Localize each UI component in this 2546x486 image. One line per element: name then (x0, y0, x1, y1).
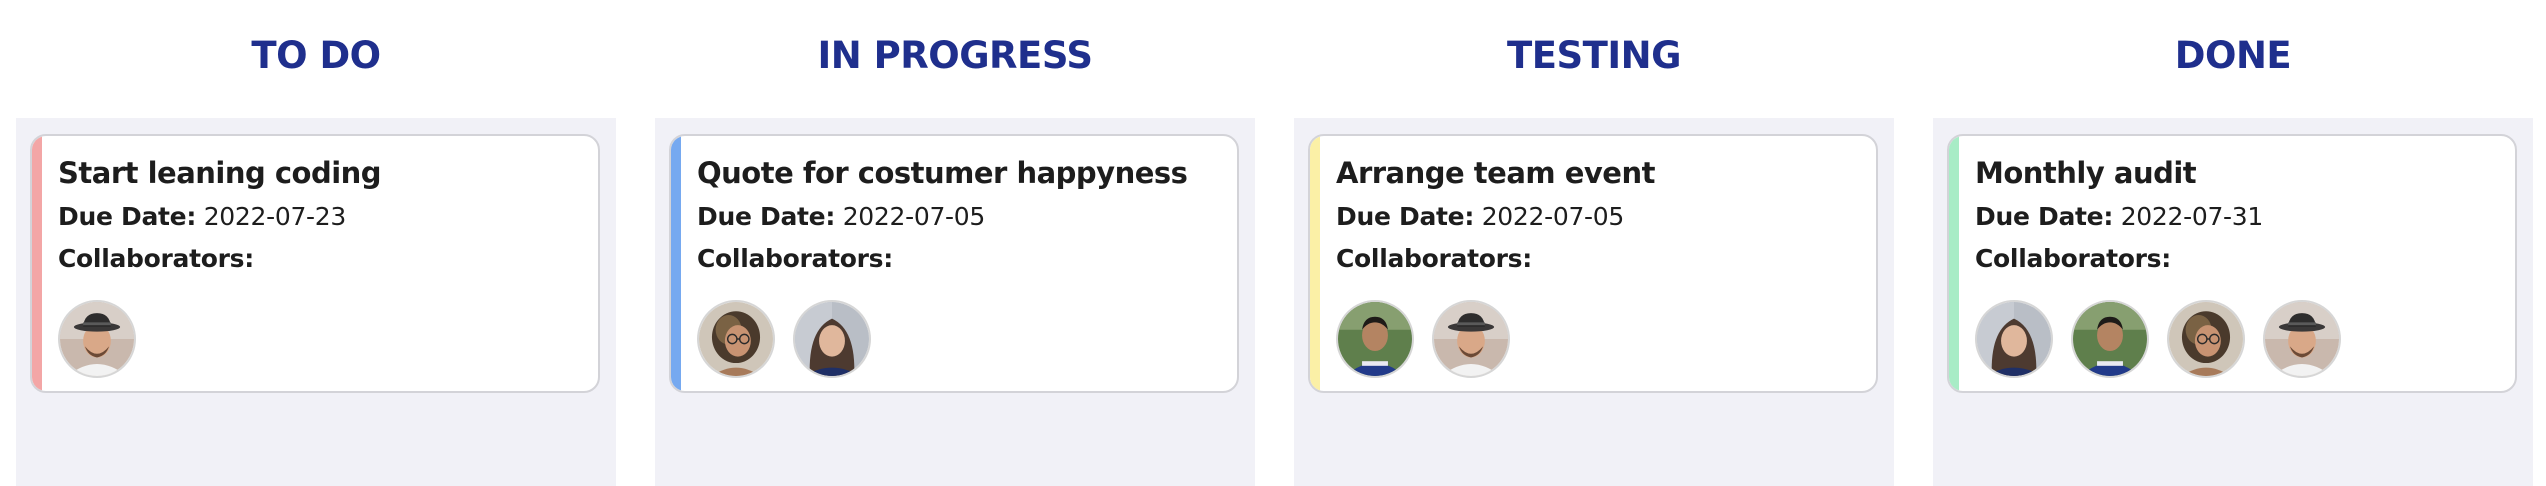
avatar-man-hat[interactable] (58, 300, 136, 378)
collaborator-avatars (1336, 300, 1510, 378)
column-testing: TESTING Arrange team event Due Date: 202… (1294, 0, 1894, 486)
card-title: Quote for costumer happyness (697, 156, 1188, 190)
card-title: Monthly audit (1975, 156, 2197, 190)
collaborators-label: Collaborators: (697, 244, 893, 273)
collaborator-avatars (1975, 300, 2341, 378)
card-title: Start leaning coding (58, 156, 382, 190)
due-date-value: 2022-07-05 (1481, 202, 1625, 231)
collaborator-avatars (697, 300, 871, 378)
card-due-date: Due Date: 2022-07-31 (1975, 202, 2263, 231)
column-body: Monthly audit Due Date: 2022-07-31 Colla… (1933, 118, 2533, 486)
card-due-date: Due Date: 2022-07-23 (58, 202, 346, 231)
card-accent-bar (1949, 136, 1959, 391)
task-card[interactable]: Start leaning coding Due Date: 2022-07-2… (30, 134, 600, 393)
due-date-value: 2022-07-23 (203, 202, 347, 231)
card-accent-bar (671, 136, 681, 391)
card-due-date: Due Date: 2022-07-05 (697, 202, 985, 231)
due-date-label: Due Date: (58, 202, 197, 231)
column-title: IN PROGRESS (817, 34, 1093, 77)
task-card[interactable]: Arrange team event Due Date: 2022-07-05 … (1308, 134, 1878, 393)
due-date-label: Due Date: (1975, 202, 2114, 231)
card-accent-bar (1310, 136, 1320, 391)
avatar-woman-dark-hair[interactable] (793, 300, 871, 378)
column-title: TESTING (1506, 34, 1682, 77)
due-date-label: Due Date: (697, 202, 836, 231)
column-body: Quote for costumer happyness Due Date: 2… (655, 118, 1255, 486)
avatar-woman-glasses[interactable] (2167, 300, 2245, 378)
collaborators-label: Collaborators: (58, 244, 254, 273)
collaborators-label: Collaborators: (1336, 244, 1532, 273)
due-date-label: Due Date: (1336, 202, 1475, 231)
kanban-board: TO DO Start leaning coding Due Date: 202… (0, 0, 2546, 486)
due-date-value: 2022-07-05 (842, 202, 986, 231)
task-card[interactable]: Quote for costumer happyness Due Date: 2… (669, 134, 1239, 393)
avatar-man-outdoor[interactable] (2071, 300, 2149, 378)
column-in-progress: IN PROGRESS Quote for costumer happyness… (655, 0, 1255, 486)
card-title: Arrange team event (1336, 156, 1655, 190)
collaborators-label: Collaborators: (1975, 244, 2171, 273)
column-body: Start leaning coding Due Date: 2022-07-2… (16, 118, 616, 486)
column-title: TO DO (251, 34, 381, 77)
card-due-date: Due Date: 2022-07-05 (1336, 202, 1624, 231)
task-card[interactable]: Monthly audit Due Date: 2022-07-31 Colla… (1947, 134, 2517, 393)
avatar-woman-glasses[interactable] (697, 300, 775, 378)
due-date-value: 2022-07-31 (2120, 202, 2264, 231)
avatar-man-outdoor[interactable] (1336, 300, 1414, 378)
card-accent-bar (32, 136, 42, 391)
column-done: DONE Monthly audit Due Date: 2022-07-31 … (1933, 0, 2533, 486)
avatar-woman-dark-hair[interactable] (1975, 300, 2053, 378)
collaborator-avatars (58, 300, 136, 378)
avatar-man-hat[interactable] (1432, 300, 1510, 378)
avatar-man-hat[interactable] (2263, 300, 2341, 378)
column-body: Arrange team event Due Date: 2022-07-05 … (1294, 118, 1894, 486)
column-title: DONE (2174, 34, 2292, 77)
column-todo: TO DO Start leaning coding Due Date: 202… (16, 0, 616, 486)
